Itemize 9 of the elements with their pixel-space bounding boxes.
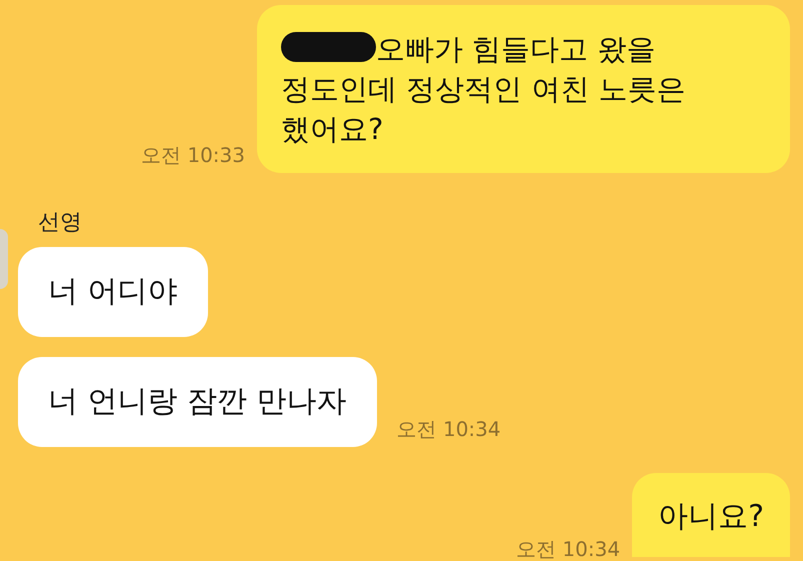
sent-message-bubble: 오빠가 힘들다고 왔을 정도인데 정상적인 여친 노릇은 했어요? <box>257 5 790 173</box>
avatar-placeholder <box>0 229 8 289</box>
message-time: 오전 10:33 <box>141 142 245 169</box>
message-time: 오전 10:34 <box>396 416 501 443</box>
sender-name: 선영 <box>37 209 82 237</box>
received-message-bubble: 너 언니랑 잠깐 만나자 <box>18 357 377 447</box>
sent-message-bubble: 아니요? <box>632 473 790 557</box>
message-time: 오전 10:34 <box>516 536 620 561</box>
received-message-bubble: 너 어디야 <box>18 247 208 337</box>
